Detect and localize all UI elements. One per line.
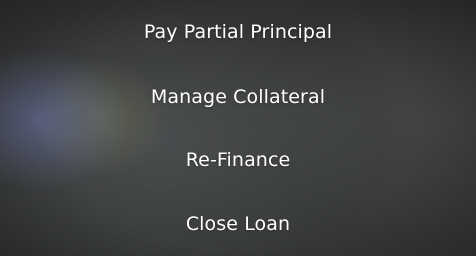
manage-collateral-option[interactable]: Manage Collateral: [78, 75, 398, 119]
pay-partial-principal-option[interactable]: Pay Partial Principal: [78, 10, 398, 54]
close-loan-option[interactable]: Close Loan: [78, 202, 398, 246]
re-finance-option[interactable]: Re-Finance: [78, 138, 398, 182]
loan-action-menu: Pay Partial Principal Manage Collateral …: [0, 0, 476, 256]
